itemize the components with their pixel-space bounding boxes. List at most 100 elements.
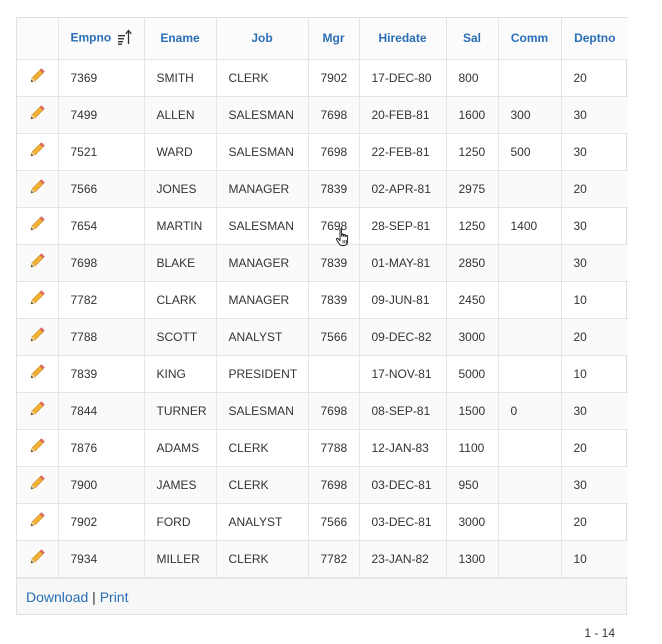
cell-deptno: 30 [561,133,628,171]
cell-ename: MARTIN [144,207,217,245]
report-footer: Download | Print [17,577,626,614]
column-header-job[interactable]: Job [216,18,309,60]
pencil-icon[interactable] [29,549,45,568]
column-header-comm[interactable]: Comm [498,18,562,60]
cell-deptno: 30 [561,207,628,245]
edit-cell[interactable] [17,96,59,134]
cell-mgr: 7698 [308,133,360,171]
edit-cell[interactable] [17,540,59,578]
cell-sal: 3000 [446,318,499,356]
pencil-icon[interactable] [29,253,45,272]
edit-cell[interactable] [17,466,59,504]
pencil-icon[interactable] [29,401,45,420]
cell-deptno: 20 [561,170,628,208]
pencil-icon[interactable] [29,327,45,346]
cell-ename: MILLER [144,540,217,578]
cell-ename: CLARK [144,281,217,319]
cell-empno: 7934 [58,540,145,578]
cell-ename: TURNER [144,392,217,430]
cell-ename: FORD [144,503,217,541]
edit-cell[interactable] [17,503,59,541]
pencil-icon[interactable] [29,438,45,457]
edit-cell[interactable] [17,244,59,282]
cell-mgr: 7839 [308,170,360,208]
pencil-icon[interactable] [29,290,45,309]
table-header-row: Empno Ename Job Mgr Hiredate Sal Comm De… [17,18,628,60]
cell-job: SALESMAN [216,207,309,245]
table-row: 7782 CLARK MANAGER 7839 09-JUN-81 2450 10 [17,281,628,319]
edit-cell[interactable] [17,318,59,356]
edit-cell[interactable] [17,392,59,430]
cell-hiredate: 23-JAN-82 [359,540,447,578]
table-row: 7499 ALLEN SALESMAN 7698 20-FEB-81 1600 300 30 [17,96,628,134]
pencil-icon[interactable] [29,142,45,161]
column-header-deptno[interactable]: Deptno [561,18,628,60]
cell-hiredate: 03-DEC-81 [359,466,447,504]
column-header-mgr[interactable]: Mgr [308,18,360,60]
pencil-icon[interactable] [29,179,45,198]
edit-cell[interactable] [17,207,59,245]
edit-cell[interactable] [17,59,59,97]
cell-sal: 2975 [446,170,499,208]
cell-ename: BLAKE [144,244,217,282]
edit-cell[interactable] [17,355,59,393]
column-header-sal[interactable]: Sal [446,18,499,60]
cell-comm [498,281,562,319]
cell-mgr: 7839 [308,281,360,319]
cell-mgr [308,355,360,393]
cell-sal: 1250 [446,207,499,245]
column-header-label[interactable]: Empno [70,30,111,44]
edit-cell[interactable] [17,429,59,467]
download-link[interactable]: Download [26,589,88,605]
cell-deptno: 20 [561,59,628,97]
column-header-empno[interactable]: Empno [58,18,145,60]
cell-comm [498,540,562,578]
pencil-icon[interactable] [29,68,45,87]
cell-comm [498,244,562,282]
print-link[interactable]: Print [100,589,129,605]
cell-hiredate: 17-NOV-81 [359,355,447,393]
cell-hiredate: 01-MAY-81 [359,244,447,282]
cell-sal: 1500 [446,392,499,430]
pencil-icon[interactable] [29,475,45,494]
cell-job: PRESIDENT [216,355,309,393]
cell-deptno: 20 [561,503,628,541]
pencil-icon[interactable] [29,512,45,531]
cell-hiredate: 28-SEP-81 [359,207,447,245]
pencil-icon[interactable] [29,216,45,235]
cell-hiredate: 08-SEP-81 [359,392,447,430]
cell-sal: 950 [446,466,499,504]
cell-ename: SMITH [144,59,217,97]
table-row: 7788 SCOTT ANALYST 7566 09-DEC-82 3000 20 [17,318,628,356]
cell-job: CLERK [216,540,309,578]
cell-sal: 5000 [446,355,499,393]
pencil-icon[interactable] [29,364,45,383]
column-header-ename[interactable]: Ename [144,18,217,60]
cell-mgr: 7839 [308,244,360,282]
cell-sal: 2450 [446,281,499,319]
cell-job: MANAGER [216,281,309,319]
cell-empno: 7900 [58,466,145,504]
sort-ascending-icon[interactable] [117,29,132,48]
cell-empno: 7839 [58,355,145,393]
cell-mgr: 7698 [308,207,360,245]
cell-mgr: 7698 [308,96,360,134]
cell-comm [498,503,562,541]
cell-comm [498,355,562,393]
pencil-icon[interactable] [29,105,45,124]
cell-hiredate: 09-DEC-82 [359,318,447,356]
column-header-hiredate[interactable]: Hiredate [359,18,447,60]
edit-cell[interactable] [17,133,59,171]
edit-cell[interactable] [17,281,59,319]
edit-cell[interactable] [17,170,59,208]
cell-job: ANALYST [216,503,309,541]
cell-mgr: 7788 [308,429,360,467]
table-row: 7844 TURNER SALESMAN 7698 08-SEP-81 1500 0 30 [17,392,628,430]
cell-job: MANAGER [216,170,309,208]
cell-empno: 7698 [58,244,145,282]
table-row: 7876 ADAMS CLERK 7788 12-JAN-83 1100 20 [17,429,628,467]
cell-deptno: 30 [561,392,628,430]
table-row: 7369 SMITH CLERK 7902 17-DEC-80 800 20 [17,59,628,97]
cell-sal: 3000 [446,503,499,541]
cell-ename: KING [144,355,217,393]
